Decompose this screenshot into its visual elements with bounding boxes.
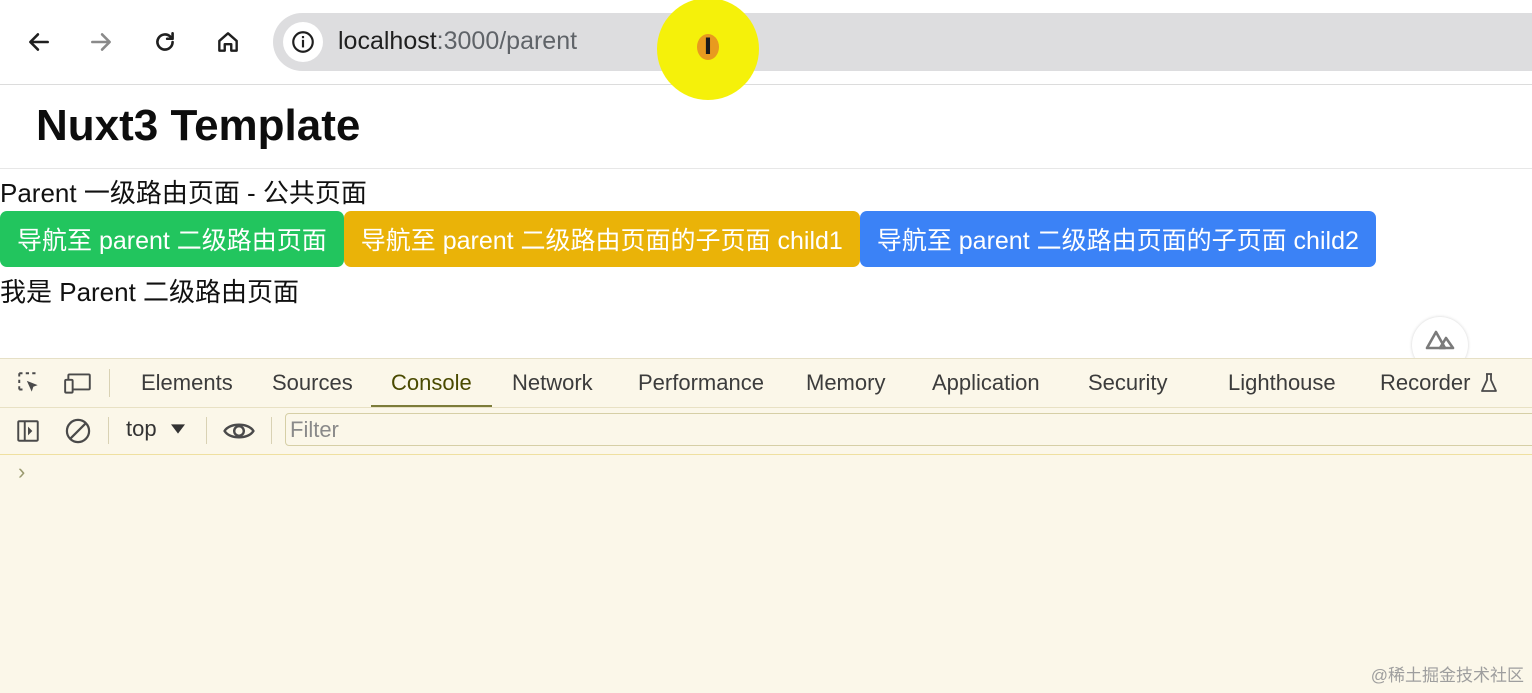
nav-child1-button[interactable]: 导航至 parent 二级路由页面的子页面 child1 <box>343 211 860 267</box>
forward-arrow-icon[interactable] <box>83 24 119 60</box>
tab-network[interactable]: Network <box>512 370 593 396</box>
console-prompt[interactable]: › <box>18 459 25 485</box>
toolbar-separator <box>206 417 207 444</box>
reload-icon[interactable] <box>147 24 183 60</box>
live-expression-eye-icon[interactable] <box>222 417 256 445</box>
clear-console-icon[interactable] <box>63 416 93 446</box>
devtools-tab-bar: Elements Sources Console Network Perform… <box>0 359 1532 408</box>
dropdown-arrow-icon <box>170 424 185 434</box>
nuxt-logo-icon <box>1425 330 1455 350</box>
tab-application[interactable]: Application <box>932 370 1040 396</box>
devtools-panel: Elements Sources Console Network Perform… <box>0 358 1532 693</box>
tab-security[interactable]: Security <box>1088 370 1167 396</box>
nav-child2-button[interactable]: 导航至 parent 二级路由页面的子页面 child2 <box>859 211 1376 267</box>
tab-console[interactable]: Console <box>391 370 472 396</box>
site-info-icon[interactable] <box>283 22 323 62</box>
browser-toolbar: localhost:3000/parent I <box>0 0 1532 100</box>
url-text[interactable]: localhost:3000/parent <box>338 27 577 56</box>
page-header: Nuxt3 Template <box>0 85 1532 169</box>
tab-sources[interactable]: Sources <box>272 370 353 396</box>
tab-lighthouse[interactable]: Lighthouse <box>1228 370 1336 396</box>
toolbar-separator <box>271 417 272 444</box>
nav-button-row: 导航至 parent 二级路由页面 导航至 parent 二级路由页面的子页面 … <box>0 211 1376 267</box>
console-toolbar: top <box>0 407 1532 455</box>
watermark: @稀土掘金技术社区 <box>1370 666 1524 685</box>
parent-intro-text: Parent 一级路由页面 - 公共页面 <box>0 178 367 208</box>
inspect-element-icon[interactable] <box>14 369 44 397</box>
home-icon[interactable] <box>210 24 246 60</box>
flask-icon <box>1478 371 1500 395</box>
context-selector[interactable]: top <box>126 416 185 442</box>
context-label: top <box>126 416 157 441</box>
url-path: :3000/parent <box>436 27 578 55</box>
console-filter-input[interactable] <box>285 413 1532 446</box>
tab-recorder[interactable]: Recorder <box>1380 370 1470 396</box>
address-bar[interactable]: localhost:3000/parent <box>273 13 1532 71</box>
tab-elements[interactable]: Elements <box>141 370 233 396</box>
child-route-text: 我是 Parent 二级路由页面 <box>0 277 300 307</box>
text-cursor-icon: I <box>697 34 719 60</box>
tab-performance[interactable]: Performance <box>638 370 764 396</box>
tab-separator <box>109 369 110 397</box>
url-host: localhost <box>338 27 437 55</box>
nav-parent-button[interactable]: 导航至 parent 二级路由页面 <box>0 211 344 267</box>
sidebar-toggle-icon[interactable] <box>14 417 42 445</box>
page-title: Nuxt3 Template <box>36 101 361 150</box>
device-toolbar-icon[interactable] <box>62 369 94 397</box>
back-arrow-icon[interactable] <box>21 24 57 60</box>
tab-memory[interactable]: Memory <box>806 370 885 396</box>
toolbar-separator <box>108 417 109 444</box>
